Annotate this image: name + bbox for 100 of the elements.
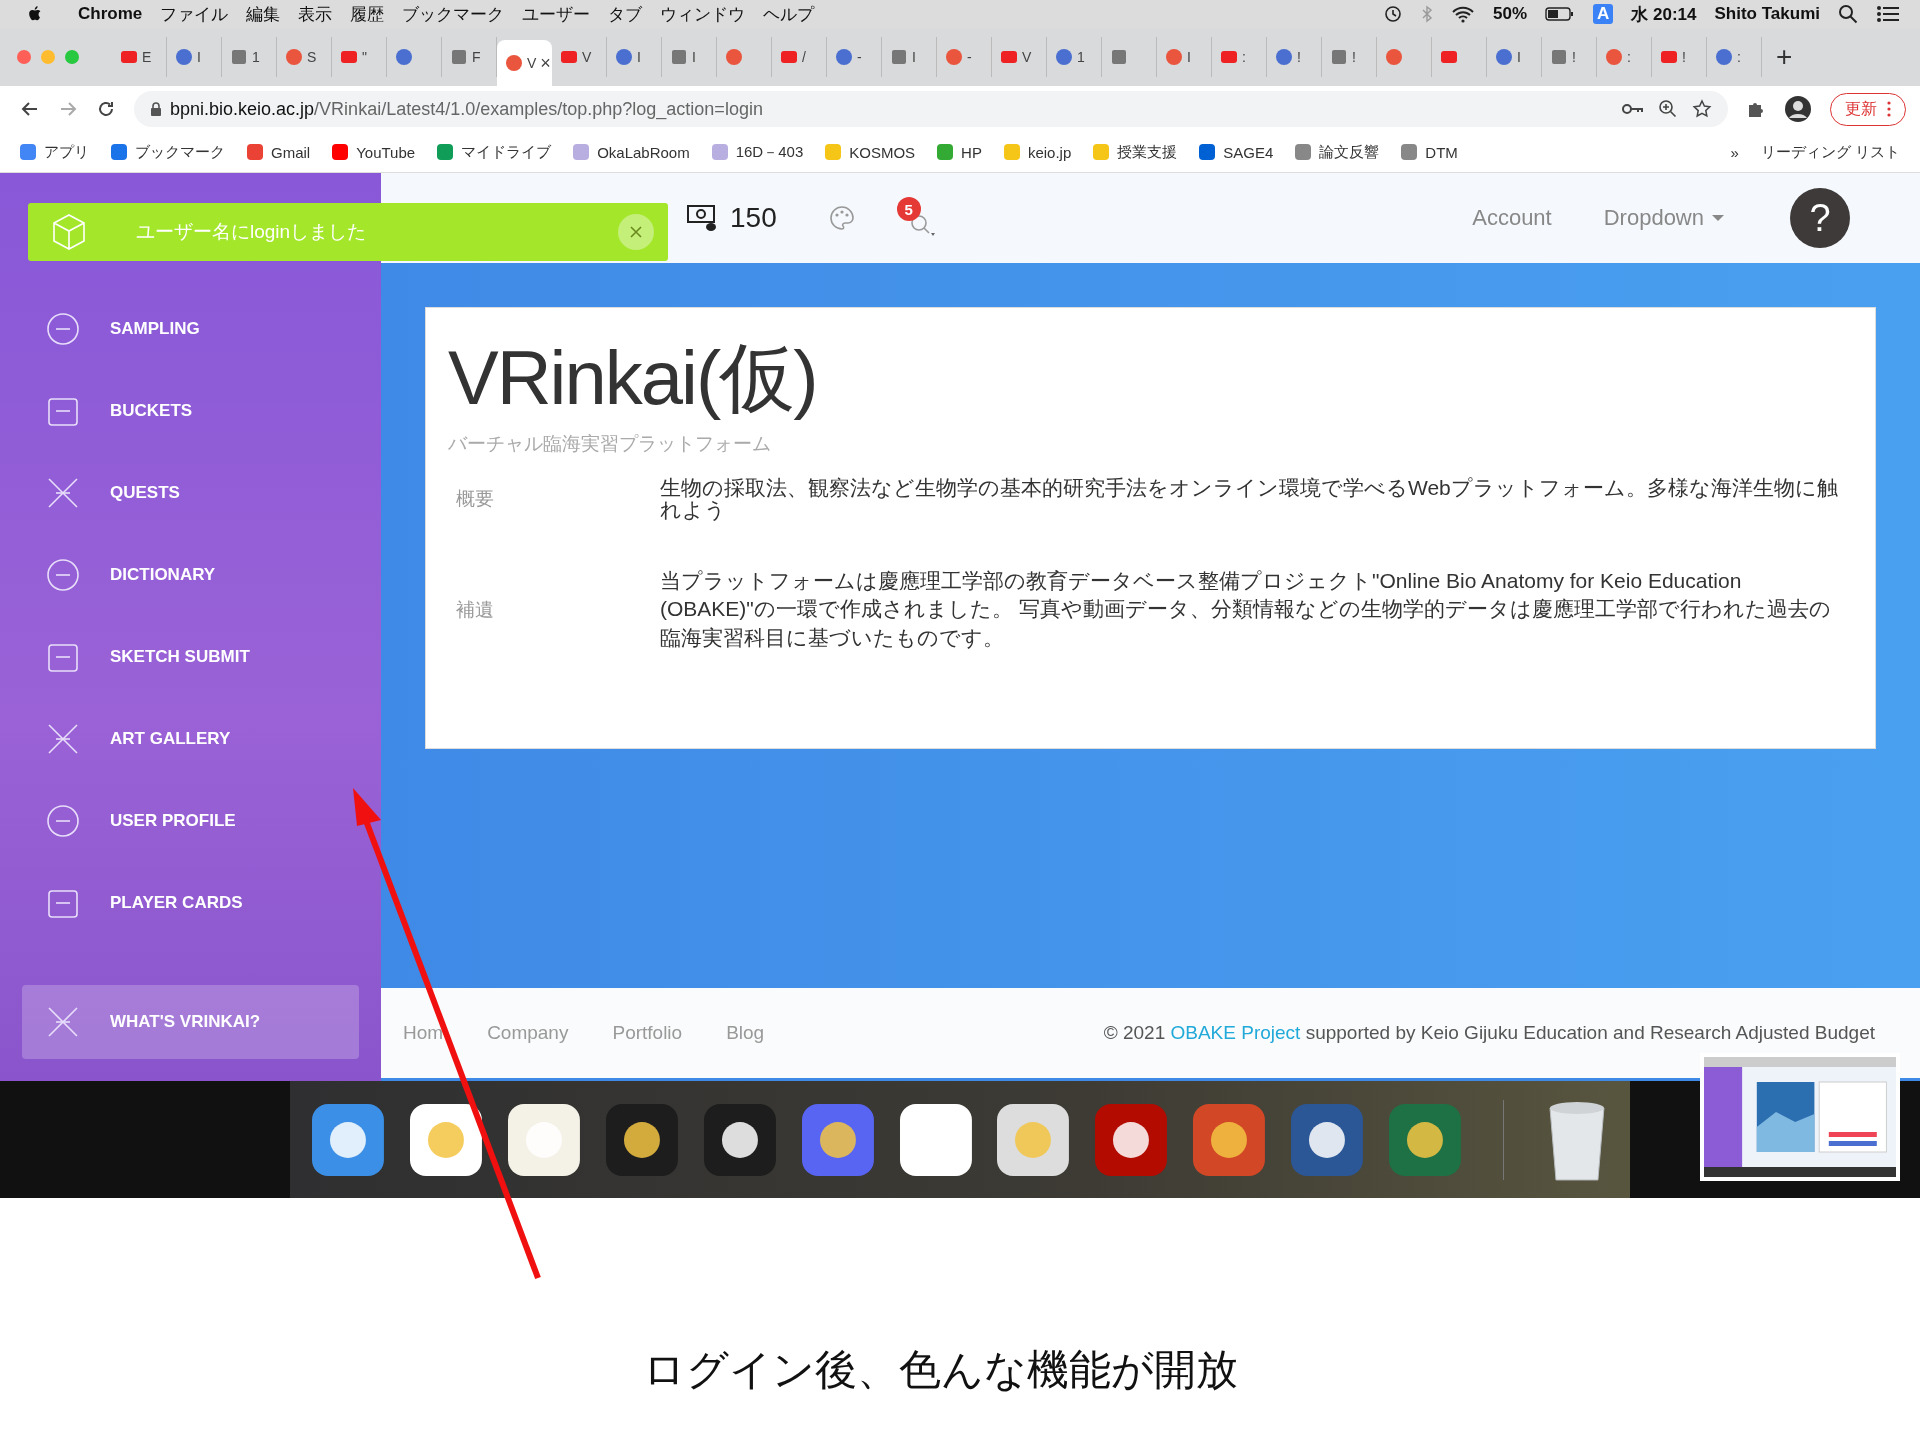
sidebar-item[interactable]: USER PROFILE: [22, 780, 359, 862]
browser-tab[interactable]: !: [1542, 37, 1597, 77]
sidebar-item[interactable]: SKETCH SUBMIT: [22, 616, 359, 698]
favicon-icon: [1605, 48, 1623, 66]
menu-item[interactable]: ファイル: [160, 2, 229, 26]
browser-tab[interactable]: ": [332, 37, 387, 77]
bookmark-item[interactable]: 16D－403: [711, 142, 804, 162]
menu-item[interactable]: 表示: [298, 2, 333, 26]
address-field[interactable]: bpni.bio.keio.ac.jp/VRinkai/Latest4/1.0/examples/top.php?log_action=login: [134, 91, 1728, 127]
browser-tab[interactable]: /: [772, 37, 827, 77]
bookmark-item[interactable]: DTM: [1401, 143, 1458, 161]
bookmark-item[interactable]: OkaLabRoom: [573, 143, 690, 161]
sidebar-item[interactable]: ART GALLERY: [22, 698, 359, 780]
row-label: 補遺: [455, 597, 495, 622]
bookmark-item[interactable]: アプリ: [20, 142, 89, 162]
browser-tab[interactable]: !: [1267, 37, 1322, 77]
browser-tab[interactable]: -: [937, 37, 992, 77]
favicon-icon: [1715, 48, 1733, 66]
menu-item[interactable]: ヘルプ: [763, 2, 815, 26]
notification-menu[interactable]: 5: [896, 197, 941, 239]
browser-tab[interactable]: V ×: [497, 40, 552, 86]
app-menu[interactable]: Chrome: [78, 4, 143, 24]
favicon-icon: [1550, 48, 1568, 66]
favicon-icon: [1275, 48, 1293, 66]
browser-tab[interactable]: 1: [1047, 37, 1102, 77]
browser-tab[interactable]: I: [1157, 37, 1212, 77]
search-icon[interactable]: [1838, 4, 1858, 24]
sidebar-item[interactable]: SAMPLING: [22, 288, 359, 370]
bookmark-item[interactable]: KOSMOS: [825, 143, 916, 161]
favicon-icon: [395, 48, 413, 66]
browser-tab[interactable]: -: [827, 37, 882, 77]
browser-tab[interactable]: E: [112, 37, 167, 77]
reload-icon[interactable]: [96, 99, 116, 119]
bookmark-item[interactable]: 論文反響: [1295, 142, 1380, 162]
browser-tab[interactable]: :: [1212, 37, 1267, 77]
browser-tab[interactable]: 1: [222, 37, 277, 77]
sidebar-item[interactable]: QUESTS: [22, 452, 359, 534]
row-text: 当プラットフォームは慶應理工学部の教育データベース整備プロジェクト"Online Bio Anatomy for Keio Education (OBAKE)"の一環で作成されました。 写真や動画データ、分類情報などの生物学的データは慶應理工学部で行われた過去の臨海実習科目に基づいたものです。: [660, 568, 1832, 651]
key-icon[interactable]: [1622, 102, 1644, 116]
favicon-icon: [890, 48, 908, 66]
menu-item[interactable]: 履歴: [350, 2, 385, 26]
favicon-icon: [1055, 48, 1073, 66]
more-bookmarks-button[interactable]: »: [1730, 143, 1739, 161]
coin-count: 150: [730, 202, 777, 234]
input-mode-indicator[interactable]: A: [1593, 4, 1614, 24]
battery-icon[interactable]: [1545, 6, 1576, 22]
sidebar-item[interactable]: DICTIONARY: [22, 534, 359, 616]
browser-tab[interactable]: I: [607, 37, 662, 77]
menu-item[interactable]: 編集: [246, 2, 281, 26]
browser-tab[interactable]: !: [1652, 37, 1707, 77]
reading-list-button[interactable]: リーディング リスト: [1760, 142, 1900, 162]
menu-item[interactable]: ユーザー: [522, 2, 591, 26]
favicon-icon: [615, 48, 633, 66]
zoom-icon[interactable]: [1658, 99, 1678, 119]
user-name[interactable]: Shito Takumi: [1714, 4, 1820, 24]
palette-icon[interactable]: [828, 205, 855, 231]
browser-tab[interactable]: I: [662, 37, 717, 77]
favicon-icon: [230, 48, 248, 66]
wifi-icon[interactable]: [1451, 5, 1475, 23]
bookmark-item[interactable]: HP: [937, 143, 982, 161]
favicon-icon: [1330, 48, 1348, 66]
bookmark-item[interactable]: ブックマーク: [111, 142, 225, 162]
menu-item[interactable]: タブ: [608, 2, 643, 26]
browser-tab[interactable]: :: [1707, 37, 1762, 77]
page-subtitle: バーチャル臨海実習プラットフォーム: [448, 432, 772, 456]
more-icon: [1887, 101, 1891, 117]
sidebar-item[interactable]: PLAYER CARDS: [22, 862, 359, 944]
lock-icon: [150, 102, 162, 116]
sidebar-item[interactable]: BUCKETS: [22, 370, 359, 452]
browser-tab[interactable]: I: [882, 37, 937, 77]
bookmark-item[interactable]: Gmail: [247, 143, 311, 161]
browser-tab[interactable]: :: [1597, 37, 1652, 77]
control-center-icon[interactable]: [1876, 5, 1900, 23]
row-label: 概要: [455, 487, 495, 512]
star-icon[interactable]: [1692, 99, 1712, 119]
favicon-icon: [1000, 48, 1018, 66]
favicon-icon: [670, 48, 688, 66]
browser-tab[interactable]: I: [167, 37, 222, 77]
avatar-icon[interactable]: [1784, 95, 1812, 123]
browser-tab[interactable]: V: [992, 37, 1047, 77]
bookmark-item[interactable]: マイドライブ: [437, 142, 552, 162]
browser-tab[interactable]: S: [277, 37, 332, 77]
cash-icon: [686, 203, 718, 233]
menu-item[interactable]: ブックマーク: [402, 2, 505, 26]
browser-tab[interactable]: I: [1487, 37, 1542, 77]
new-tab-button[interactable]: +: [1762, 41, 1807, 73]
menu-item[interactable]: ウィンドウ: [660, 2, 746, 26]
browser-tab[interactable]: V: [552, 37, 607, 77]
browser-tab[interactable]: !: [1322, 37, 1377, 77]
battery-percent: 50%: [1493, 4, 1528, 24]
favicon-icon: [945, 48, 963, 66]
bookmark-item[interactable]: keio.jp: [1003, 143, 1072, 161]
bookmark-item[interactable]: 授業支援: [1093, 142, 1178, 162]
update-button[interactable]: 更新: [1830, 92, 1906, 126]
page-title: VRinkai(仮): [448, 334, 818, 422]
bookmark-item[interactable]: YouTube: [332, 143, 416, 161]
favicon-icon: [450, 48, 468, 66]
help-button[interactable]: ?: [1790, 188, 1850, 248]
favicon-icon: [175, 48, 193, 66]
bookmark-item[interactable]: SAGE4: [1199, 143, 1274, 161]
